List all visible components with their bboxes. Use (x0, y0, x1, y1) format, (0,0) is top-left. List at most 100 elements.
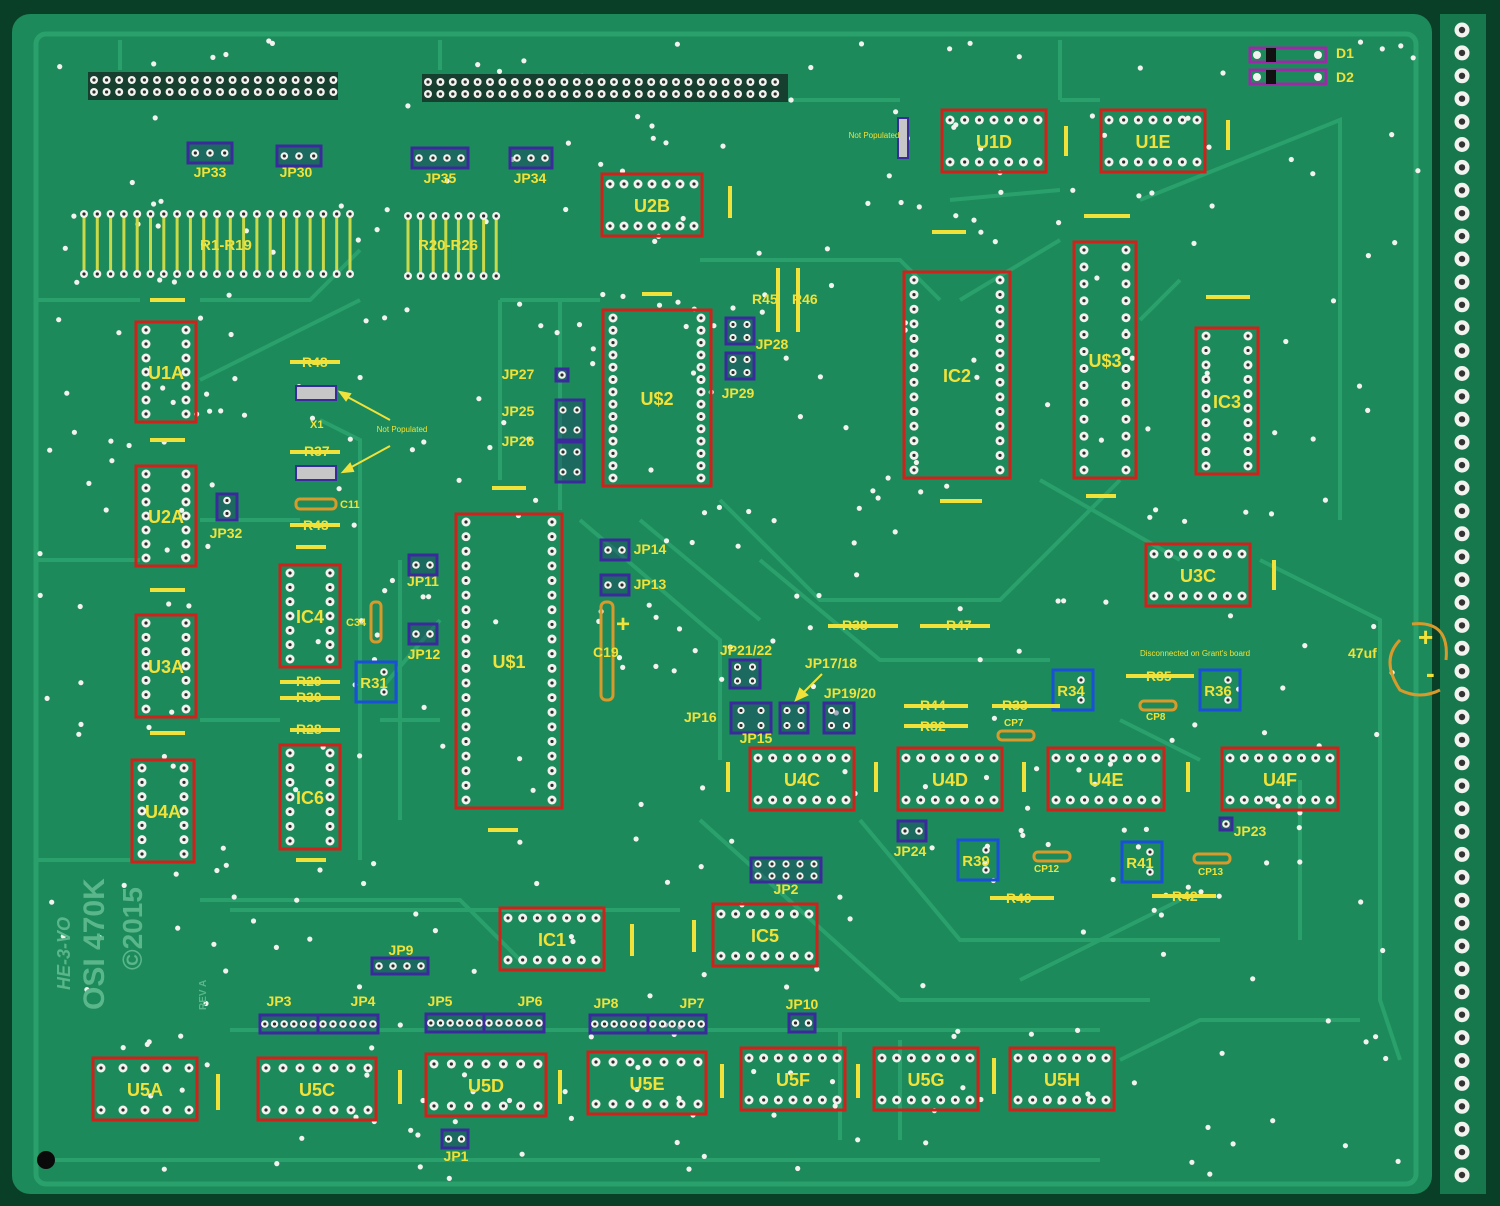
jumper-label: JP27 (502, 366, 535, 382)
edge-pad (1454, 686, 1470, 702)
label-jp16: JP16 (684, 709, 717, 725)
edge-connector (1440, 14, 1486, 1194)
ic-label: U3A (148, 657, 184, 677)
edge-pad (1454, 1167, 1470, 1183)
edge-pad (1454, 22, 1470, 38)
ic-label: U5H (1044, 1070, 1080, 1090)
edge-pad (1454, 366, 1470, 381)
label-cp13: CP13 (1198, 867, 1223, 878)
edge-pad (1454, 91, 1470, 107)
ic-label: U1E (1135, 132, 1170, 152)
jumper-jp33: JP33 (186, 141, 234, 180)
jumper-label: JP15 (740, 730, 773, 746)
edge-pad (1454, 434, 1470, 450)
jumper-jp10: JP10 (786, 996, 819, 1034)
label-cp8: CP8 (1146, 712, 1166, 723)
edge-pad (1454, 846, 1470, 862)
jumper-label: JP19/20 (824, 685, 876, 701)
jumper-label: JP3 (267, 993, 292, 1009)
jumper-label: JP13 (634, 576, 667, 592)
note-not-populated-1: Not Populated (849, 131, 900, 140)
label-r30: R30 (296, 689, 322, 705)
header-strip-left (88, 72, 338, 100)
ic-label: U5G (907, 1070, 944, 1090)
ic-label: U4C (784, 770, 820, 790)
board-substrate (12, 14, 1432, 1194)
edge-pad (1454, 503, 1470, 519)
ic-label: IC5 (751, 926, 779, 946)
label-r28: R28 (296, 721, 322, 737)
ic-label: U5C (299, 1080, 335, 1100)
jumper-jp11: JP11 (407, 553, 439, 589)
label-c19: C19 (593, 644, 619, 660)
edge-pad (1454, 45, 1470, 61)
label-plus: + (1418, 622, 1433, 652)
edge-pad (1454, 274, 1470, 290)
label-d1: D1 (1336, 45, 1354, 61)
edge-pad (1454, 480, 1470, 496)
jumper-label: JP23 (1234, 823, 1267, 839)
edge-pad (1454, 457, 1470, 473)
jumper-jp24: JP24 (894, 819, 928, 859)
edge-pad (1454, 526, 1470, 542)
label-r44: R44 (920, 697, 946, 713)
jumper-jp34: JP34 (508, 146, 554, 186)
resistor-label: R34 (1057, 683, 1085, 700)
label-r29: R29 (296, 673, 322, 689)
edge-pad (1454, 251, 1470, 267)
jumper-label: JP7 (680, 995, 705, 1011)
jumper-label: JP4 (351, 993, 376, 1009)
edge-pad (1454, 709, 1470, 725)
edge-pad (1454, 595, 1470, 610)
ic-label: U4F (1263, 770, 1297, 790)
edge-pad (1454, 801, 1470, 817)
jumper-label: JP12 (408, 646, 441, 662)
jumper-label: JP28 (756, 336, 789, 352)
jumper-label: JP17/18 (805, 655, 857, 671)
edge-pad (1454, 549, 1470, 565)
edge-pad (1454, 938, 1470, 954)
jumper-label: JP9 (389, 942, 414, 958)
label-r42: R42 (1172, 888, 1198, 904)
ic-label: U1D (976, 132, 1012, 152)
edge-pad (1454, 1030, 1470, 1046)
ic-label: U$3 (1088, 351, 1121, 371)
ic-label: U4D (932, 770, 968, 790)
ic-label: U5E (629, 1074, 664, 1094)
label-r47: R47 (946, 617, 972, 633)
jumper-label: JP14 (634, 541, 667, 557)
edge-pad (1454, 297, 1470, 313)
edge-pad (1454, 1075, 1470, 1091)
edge-pad (1454, 778, 1470, 794)
silk-version: HE-3-VO (54, 917, 74, 990)
edge-pad (1454, 320, 1470, 336)
ic-label: U5A (127, 1080, 163, 1100)
label-x1: X1 (310, 419, 323, 431)
label-r43: R43 (303, 517, 329, 533)
jumper-label: JP30 (280, 164, 313, 180)
edge-pad (1454, 343, 1470, 359)
edge-pad (1454, 1098, 1470, 1114)
ic-label: U$1 (492, 652, 525, 672)
edge-pad (1454, 892, 1470, 908)
label-r45: R45 (752, 291, 778, 307)
jumper-label: JP24 (894, 843, 927, 859)
ic-label: U5F (776, 1070, 810, 1090)
label-r46: R46 (792, 291, 818, 307)
label-r48: R48 (302, 354, 328, 370)
note-not-populated-2: Not Populated (377, 425, 428, 434)
edge-pad (1454, 1121, 1470, 1137)
silk-rev: REV A (198, 980, 209, 1010)
edge-pad (1454, 961, 1470, 977)
jumper-label: JP8 (594, 995, 619, 1011)
jumper-label: JP5 (428, 993, 453, 1009)
edge-pad (1454, 915, 1470, 931)
edge-pad (1454, 114, 1470, 130)
jumper-jp12: JP12 (407, 622, 441, 662)
edge-pad (1454, 824, 1470, 839)
edge-pad (1454, 182, 1470, 198)
edge-pad (1454, 1144, 1470, 1160)
edge-pad (1454, 159, 1470, 175)
edge-pad (1454, 205, 1470, 221)
ic-label: U2B (634, 196, 670, 216)
